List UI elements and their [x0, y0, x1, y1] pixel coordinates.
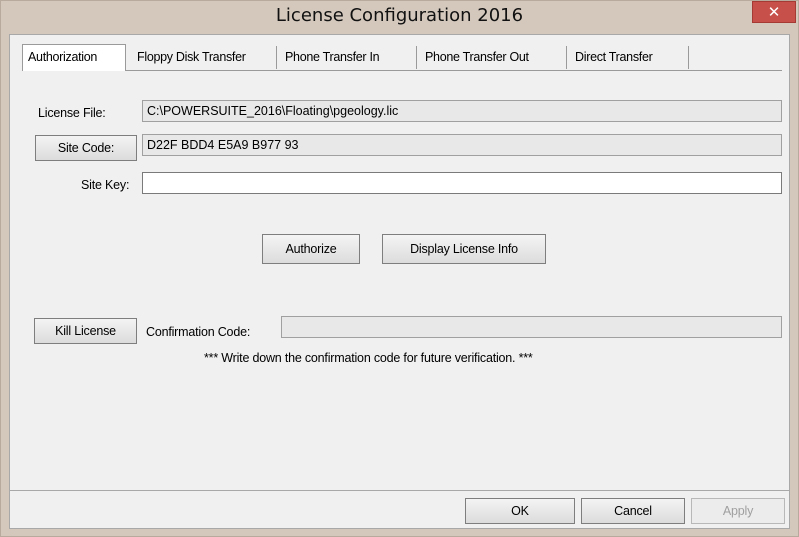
window-title: License Configuration 2016: [275, 5, 524, 26]
display-license-info-button[interactable]: Display License Info: [382, 234, 546, 264]
tab-phone-transfer-out[interactable]: Phone Transfer Out: [420, 46, 567, 69]
tab-authorization[interactable]: Authorization: [22, 44, 126, 71]
tab-direct-transfer[interactable]: Direct Transfer: [570, 46, 689, 69]
tab-phone-transfer-in[interactable]: Phone Transfer In: [280, 46, 417, 69]
footer-divider: [10, 490, 789, 491]
confirmation-code-label: Confirmation Code:: [146, 325, 251, 339]
confirmation-note: *** Write down the confirmation code for…: [204, 351, 533, 365]
close-icon[interactable]: ✕: [752, 1, 796, 23]
license-file-label: License File:: [38, 106, 106, 120]
kill-license-button[interactable]: Kill License: [34, 318, 137, 344]
site-code-button[interactable]: Site Code:: [35, 135, 137, 161]
tab-floppy-disk-transfer[interactable]: Floppy Disk Transfer: [132, 46, 277, 69]
site-key-input[interactable]: [142, 172, 782, 194]
title-bar[interactable]: License Configuration 2016 ✕: [1, 1, 798, 34]
apply-button: Apply: [691, 498, 785, 524]
site-code-field: D22F BDD4 E5A9 B977 93: [142, 134, 782, 156]
license-file-field: C:\POWERSUITE_2016\Floating\pgeology.lic: [142, 100, 782, 122]
confirmation-code-field: [281, 316, 782, 338]
site-key-label: Site Key:: [81, 178, 130, 192]
dialog-client-area: Authorization Floppy Disk Transfer Phone…: [9, 34, 790, 529]
authorization-panel: License File: C:\POWERSUITE_2016\Floatin…: [22, 70, 782, 492]
authorize-button[interactable]: Authorize: [262, 234, 360, 264]
ok-button[interactable]: OK: [465, 498, 575, 524]
license-config-dialog: License Configuration 2016 ✕ Authorizati…: [0, 0, 799, 537]
cancel-button[interactable]: Cancel: [581, 498, 685, 524]
